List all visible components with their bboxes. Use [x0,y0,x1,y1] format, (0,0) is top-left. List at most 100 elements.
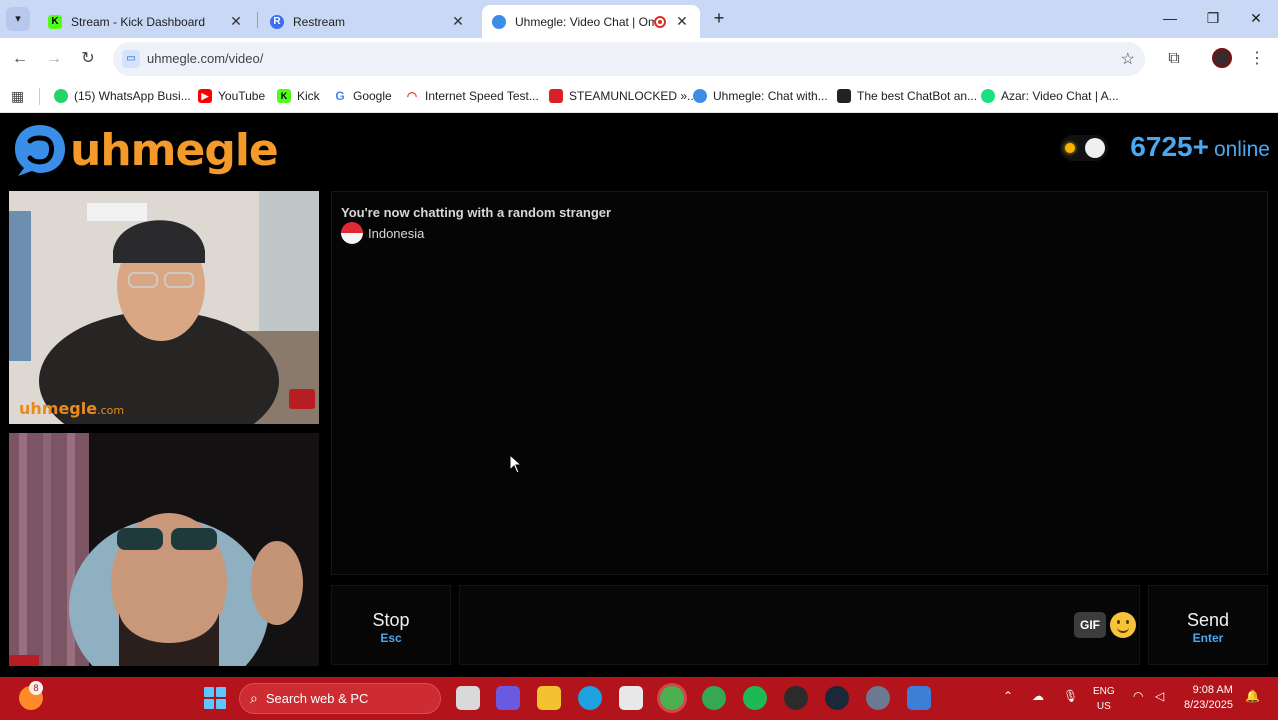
tab-restream[interactable]: R Restream ✕ [260,5,476,38]
taskbar-search-box[interactable]: ⌕ Search web & PC [239,683,441,714]
browser-menu-kebab-icon[interactable]: ⋮ [1246,48,1268,70]
kick-favicon-icon: K [48,14,62,29]
extensions-puzzle-icon[interactable]: ⧉ [1163,48,1185,70]
site-info-icon[interactable]: ▭ [122,50,140,68]
speedtest-gauge-icon: ◠ [405,89,419,103]
settings-gear-icon[interactable] [866,686,890,710]
bookmark-google[interactable]: G Google [333,86,392,106]
bookmark-steamunlocked[interactable]: STEAMUNLOCKED »... [549,86,697,106]
tab-uhmegle[interactable]: Uhmegle: Video Chat | Ome ✕ [482,5,700,38]
tray-chevron-up-icon[interactable]: ⌃ [1003,689,1013,703]
message-input[interactable]: GIF [459,585,1140,665]
new-tab-plus-icon[interactable]: + [709,8,729,28]
chat-status-message: You're now chatting with a random strang… [341,205,612,220]
microsoft-store-icon[interactable] [619,686,643,710]
steam-icon[interactable] [825,686,849,710]
stop-button[interactable]: Stop Esc [331,585,451,665]
taskbar-search-placeholder: Search web & PC [265,691,369,706]
stop-label: Stop [372,610,410,630]
tab-close-icon[interactable]: ✕ [450,13,466,30]
input-language-indicator[interactable]: ENG US [1093,684,1115,714]
obs-studio-icon[interactable] [784,686,808,710]
bookmark-uhmegle[interactable]: Uhmegle: Chat with... [693,86,828,106]
google-icon: G [333,89,347,103]
bookmark-youtube[interactable]: ▶ YouTube [198,86,265,106]
profile-avatar-icon[interactable] [1212,48,1234,70]
taskbar-clock[interactable]: 9:08 AM 8/23/2025 [1184,683,1233,713]
onedrive-cloud-icon[interactable]: ☁ [1032,689,1044,703]
address-bar[interactable]: ▭ uhmegle.com/video/ ☆ [113,42,1145,76]
restore-window-icon[interactable]: ❐ [1203,8,1223,28]
edge-browser-icon[interactable] [578,686,602,710]
bookmark-speedtest[interactable]: ◠ Internet Speed Test... [405,86,539,106]
bookmark-label: The best ChatBot an... [857,89,978,103]
notification-bell-icon[interactable]: 🔔 [1245,689,1260,703]
emoji-smiley-icon[interactable] [1110,612,1136,638]
bookmark-star-icon[interactable]: ☆ [1121,49,1135,69]
bookmark-azar[interactable]: Azar: Video Chat | A... [981,86,1119,106]
theme-toggle-switch[interactable] [1060,135,1108,161]
tab-search-chevron-down-icon[interactable]: ▾ [6,7,30,31]
tab-close-icon[interactable]: ✕ [228,13,244,30]
chat-log[interactable]: You're now chatting with a random strang… [331,191,1268,575]
url-text[interactable]: uhmegle.com/video/ [147,51,263,66]
stranger-country: Indonesia [341,222,424,244]
browser-tab-strip: ▾ K Stream - Kick Dashboard ✕ R Restream… [0,0,1278,38]
chrome-icon[interactable] [660,686,684,710]
restream-favicon-icon: R [270,14,284,29]
language-region: US [1096,701,1111,712]
bookmark-whatsapp[interactable]: (15) WhatsApp Busi... [54,86,191,106]
chrome-profile-icon[interactable] [702,686,726,710]
bookmark-kick[interactable]: K Kick [277,86,320,106]
tab-title: Uhmegle: Video Chat | Ome [515,14,654,29]
uhmegle-page: uhmegle 6725+ online uhmegle.com You're … [0,113,1278,677]
speaker-volume-icon[interactable]: ◁ [1155,689,1164,703]
remote-desktop-icon[interactable] [907,686,931,710]
back-arrow-icon[interactable]: ← [9,48,31,70]
close-window-icon[interactable]: ✕ [1246,8,1266,28]
search-icon: ⌕ [250,690,258,706]
mouse-pointer-icon [509,453,523,479]
teams-meet-icon[interactable] [496,686,520,710]
chat-bubble-logo-icon [12,122,68,178]
windows-start-icon[interactable] [204,687,226,709]
bookmark-label: Google [353,89,392,103]
whatsapp-icon [54,89,68,103]
clock-time: 9:08 AM [1192,684,1233,696]
logo-wordmark: uhmegle [70,124,279,176]
watermark-text: uhmegle [19,399,98,418]
toggle-knob [1085,138,1105,158]
windows-taskbar: 8 ⌕ Search web & PC ⌃ ☁ 🎙 ENG US ◠ ◁ 9:0… [0,677,1278,720]
screen: ▾ K Stream - Kick Dashboard ✕ R Restream… [0,0,1278,720]
recording-indicator-icon [654,15,666,28]
forward-arrow-icon[interactable]: → [43,48,65,70]
stranger-video: uhmegle.com [9,191,319,424]
microphone-icon[interactable]: 🎙 [1063,689,1078,703]
uhmegle-logo[interactable]: uhmegle [12,120,279,180]
bookmarks-divider [39,88,40,105]
tab-close-icon[interactable]: ✕ [674,13,690,30]
online-count: 6725+ [1130,131,1209,162]
gif-button[interactable]: GIF [1074,612,1106,638]
apps-grid-icon[interactable]: ▦ [11,88,24,105]
self-video [9,433,319,666]
minimize-icon[interactable]: — [1160,8,1180,28]
bookmark-chatbot[interactable]: The best ChatBot an... [837,86,977,106]
tab-divider [257,12,258,28]
azar-icon [981,89,995,103]
send-button[interactable]: Send Enter [1148,585,1268,665]
tab-kick-dashboard[interactable]: K Stream - Kick Dashboard ✕ [38,5,254,38]
task-view-icon[interactable] [456,686,480,710]
reload-icon[interactable]: ↻ [77,48,99,70]
chatbot-icon [837,89,851,103]
spotify-icon[interactable] [743,686,767,710]
bookmark-label: YouTube [218,89,266,103]
steamunlocked-icon [549,89,563,103]
bookmark-label: (15) WhatsApp Busi... [74,89,191,103]
wifi-icon[interactable]: ◠ [1133,689,1143,703]
file-explorer-icon[interactable] [537,686,561,710]
self-video-frame [9,433,319,666]
watermark-suffix: .com [97,404,125,417]
online-counter: 6725+ online [1130,131,1270,163]
bookmarks-bar: ▦ (15) WhatsApp Busi... ▶ YouTube K Kick… [0,80,1278,113]
